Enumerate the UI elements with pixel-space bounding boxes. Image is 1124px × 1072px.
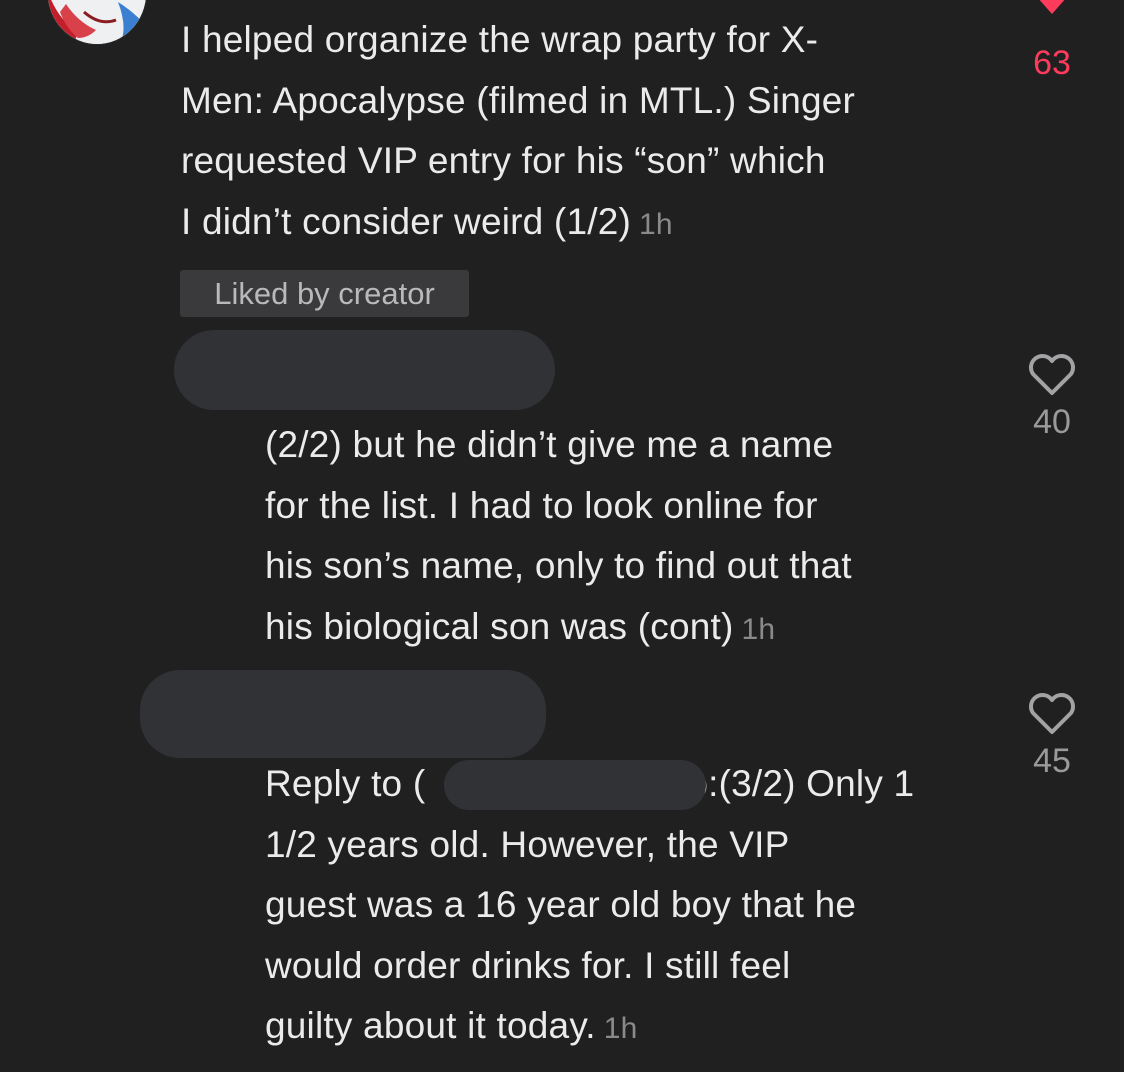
comment-line: I didn’t consider weird (1/2) 1h bbox=[181, 192, 981, 256]
redacted-mention bbox=[444, 760, 706, 810]
avatar-image bbox=[48, 0, 146, 44]
comments-screen: I helped organize the wrap party for X- … bbox=[0, 0, 1124, 1072]
comment-timestamp: 1h bbox=[603, 1012, 638, 1045]
like-count: 45 bbox=[1033, 742, 1071, 780]
heart-icon[interactable] bbox=[1027, 692, 1077, 736]
like-count: 63 bbox=[1033, 44, 1071, 82]
redacted-username bbox=[174, 330, 555, 410]
reply-like[interactable]: 45 bbox=[1002, 692, 1102, 781]
comment-timestamp: 1h bbox=[741, 612, 776, 646]
comment-line: I helped organize the wrap party for X- bbox=[181, 19, 819, 60]
comment-line: Men: Apocalypse (filmed in MTL.) Singer bbox=[181, 79, 856, 121]
redacted-username bbox=[140, 670, 546, 758]
comment-line: his biological son was (cont) 1h bbox=[265, 597, 1025, 661]
comment-line-text: his biological son was (cont) bbox=[265, 605, 734, 647]
comment-line: would order drinks for. I still feel bbox=[265, 944, 791, 986]
reply-comment-text: (2/2) but he didn’t give me a name for t… bbox=[265, 415, 1025, 660]
comment-timestamp: 1h bbox=[639, 207, 673, 241]
like-count: 40 bbox=[1033, 403, 1071, 441]
comment-line: guilty about it today. 1h bbox=[265, 996, 1025, 1060]
reply-like[interactable]: 40 bbox=[1002, 353, 1102, 442]
liked-by-creator-badge: Liked by creator bbox=[180, 270, 469, 317]
heart-icon[interactable] bbox=[1027, 0, 1077, 20]
comment-line: 1/2 years old. However, the VIP bbox=[265, 823, 790, 865]
comment-line: his son’s name, only to find out that bbox=[265, 545, 852, 586]
comment-line: (2/2) but he didn’t give me a name bbox=[265, 424, 834, 465]
avatar[interactable] bbox=[48, 0, 146, 44]
main-comment-text: I helped organize the wrap party for X- … bbox=[181, 10, 981, 255]
comment-line-text: guilty about it today. bbox=[265, 1005, 596, 1046]
comment-line: for the list. I had to look online for bbox=[265, 484, 818, 526]
heart-icon[interactable] bbox=[1027, 353, 1077, 397]
comment-line-text: o:(3/2) Only 1 bbox=[687, 763, 915, 804]
comment-line: guest was a 16 year old boy that he bbox=[265, 884, 857, 925]
main-comment-like[interactable]: 63 bbox=[1002, 0, 1102, 83]
reply-to-prefix: Reply to ( bbox=[265, 763, 426, 804]
comment-line: requested VIP entry for his “son” which bbox=[181, 140, 826, 181]
comment-line-text: I didn’t consider weird (1/2) bbox=[181, 200, 631, 242]
